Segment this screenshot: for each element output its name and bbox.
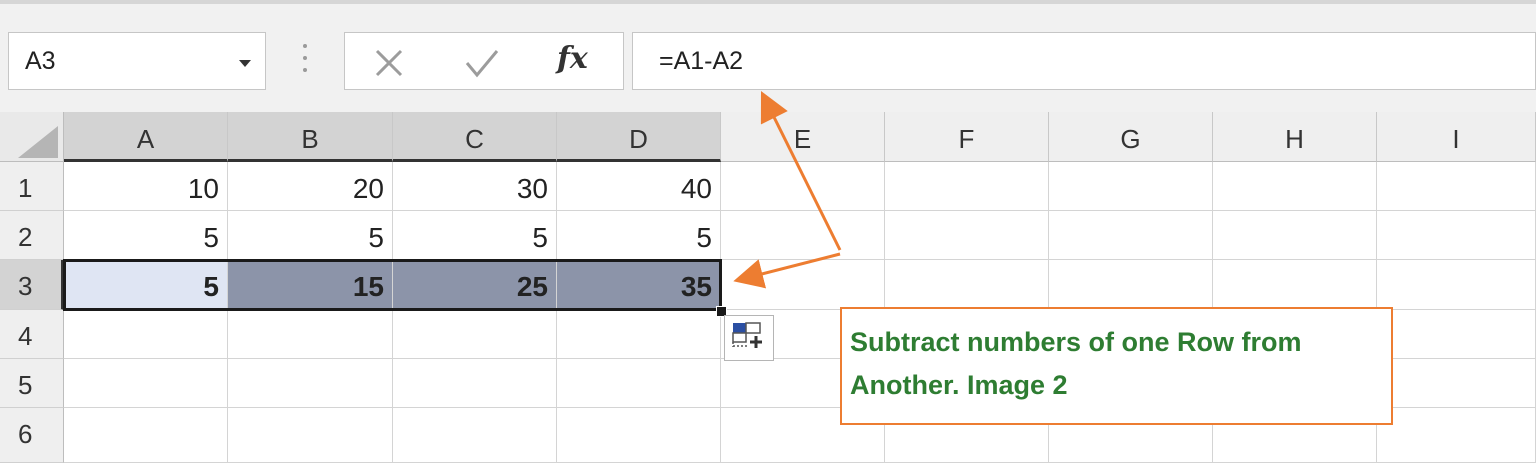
cell-f1[interactable] [885, 162, 1049, 211]
formula-text: =A1-A2 [659, 47, 744, 75]
cell-d1[interactable]: 40 [557, 162, 721, 211]
cell-e2[interactable] [721, 211, 885, 260]
column-header-a[interactable]: A [64, 112, 228, 162]
column-header-f[interactable]: F [885, 112, 1049, 162]
cell-h3[interactable] [1213, 260, 1377, 310]
cell-d6[interactable] [557, 408, 721, 463]
quick-analysis-icon [732, 322, 762, 348]
cell-b5[interactable] [228, 359, 393, 408]
cell-h1[interactable] [1213, 162, 1377, 211]
cell-c3[interactable]: 25 [393, 260, 557, 310]
cell-g1[interactable] [1049, 162, 1213, 211]
x-icon[interactable] [371, 45, 407, 81]
cell-b3[interactable]: 15 [228, 260, 393, 310]
row-header-5[interactable]: 5 [0, 359, 64, 408]
cell-a3[interactable]: 5 [64, 260, 228, 310]
cell-i2[interactable] [1377, 211, 1536, 260]
select-all-button[interactable] [0, 112, 64, 162]
column-header-i[interactable]: I [1377, 112, 1536, 162]
spreadsheet-grid: A B C D E F G H I 1 2 3 4 5 6 10 20 30 4… [0, 112, 1536, 463]
cell-d2[interactable]: 5 [557, 211, 721, 260]
quick-analysis-button[interactable] [724, 315, 774, 361]
cell-b1[interactable]: 20 [228, 162, 393, 211]
annotation-callout: Subtract numbers of one Row from Another… [840, 307, 1393, 425]
cell-h2[interactable] [1213, 211, 1377, 260]
row-header-4[interactable]: 4 [0, 310, 64, 359]
cell-i3[interactable] [1377, 260, 1536, 310]
cell-c1[interactable]: 30 [393, 162, 557, 211]
cell-a5[interactable] [64, 359, 228, 408]
cell-i4[interactable] [1377, 310, 1536, 359]
cell-d5[interactable] [557, 359, 721, 408]
column-header-c[interactable]: C [393, 112, 557, 162]
cell-c5[interactable] [393, 359, 557, 408]
select-all-icon [18, 126, 58, 158]
cell-i1[interactable] [1377, 162, 1536, 211]
cell-b2[interactable]: 5 [228, 211, 393, 260]
callout-line-2: Another. Image 2 [850, 370, 1068, 400]
cell-b4[interactable] [228, 310, 393, 359]
chevron-down-icon[interactable] [239, 60, 251, 67]
row-header-6[interactable]: 6 [0, 408, 64, 463]
cell-c4[interactable] [393, 310, 557, 359]
check-icon[interactable] [463, 45, 501, 81]
cell-a4[interactable] [64, 310, 228, 359]
cell-d3[interactable]: 35 [557, 260, 721, 310]
formula-bar-area: A3 fx =A1-A2 [0, 0, 1536, 112]
row-header-3[interactable]: 3 [0, 260, 64, 310]
column-header-e[interactable]: E [721, 112, 885, 162]
formula-buttons: fx [344, 32, 624, 90]
row-header-1[interactable]: 1 [0, 162, 64, 211]
insert-function-button[interactable]: fx [557, 41, 588, 76]
cell-e3[interactable] [721, 260, 885, 310]
column-header-h[interactable]: H [1213, 112, 1377, 162]
grip-icon[interactable] [300, 44, 310, 78]
name-box-value: A3 [25, 47, 56, 75]
callout-line-1: Subtract numbers of one Row from [850, 327, 1302, 357]
column-header-g[interactable]: G [1049, 112, 1213, 162]
column-header-d[interactable]: D [557, 112, 721, 162]
formula-input[interactable]: =A1-A2 [632, 32, 1536, 90]
cell-c6[interactable] [393, 408, 557, 463]
cell-a1[interactable]: 10 [64, 162, 228, 211]
cell-g3[interactable] [1049, 260, 1213, 310]
cell-e1[interactable] [721, 162, 885, 211]
name-box[interactable]: A3 [8, 32, 266, 90]
cell-b6[interactable] [228, 408, 393, 463]
row-header-2[interactable]: 2 [0, 211, 64, 260]
cell-d4[interactable] [557, 310, 721, 359]
cell-c2[interactable]: 5 [393, 211, 557, 260]
cell-a2[interactable]: 5 [64, 211, 228, 260]
cell-f3[interactable] [885, 260, 1049, 310]
cell-i6[interactable] [1377, 408, 1536, 463]
cell-f2[interactable] [885, 211, 1049, 260]
cell-a6[interactable] [64, 408, 228, 463]
cell-i5[interactable] [1377, 359, 1536, 408]
column-header-b[interactable]: B [228, 112, 393, 162]
cell-g2[interactable] [1049, 211, 1213, 260]
